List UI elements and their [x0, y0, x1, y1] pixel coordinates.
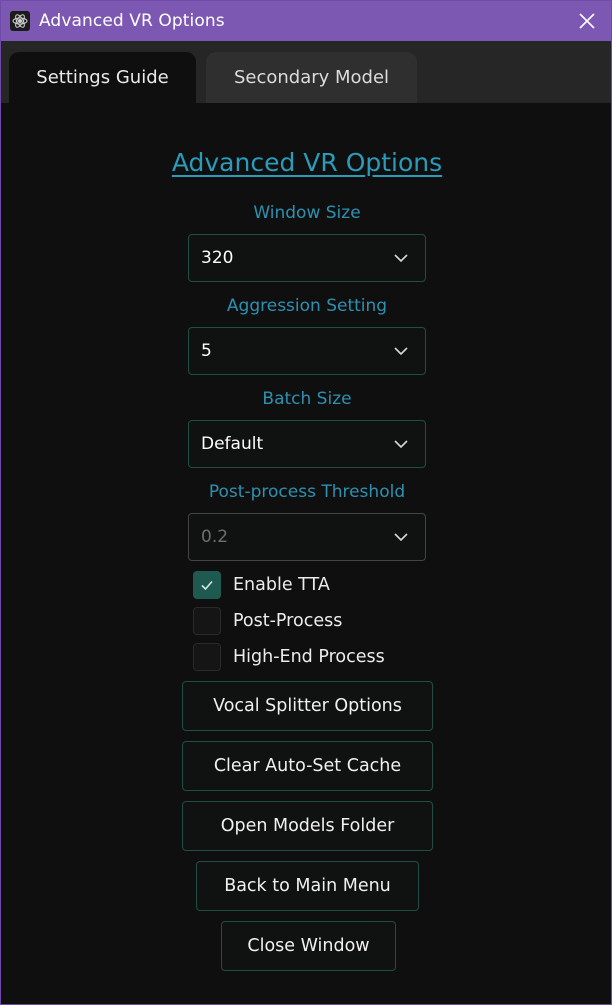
window-size-label: Window Size — [253, 203, 361, 223]
chevron-down-icon — [394, 347, 408, 356]
app-icon — [10, 11, 30, 31]
chevron-down-icon — [394, 440, 408, 449]
title-bar[interactable]: Advanced VR Options — [1, 1, 611, 41]
high-end-process-checkbox-row[interactable]: High-End Process — [193, 642, 385, 672]
vocal-splitter-options-button[interactable]: Vocal Splitter Options — [182, 681, 433, 731]
aggression-setting-value: 5 — [201, 341, 212, 361]
batch-size-value: Default — [201, 434, 264, 454]
back-to-main-menu-button[interactable]: Back to Main Menu — [196, 861, 419, 911]
post-process-threshold-select: 0.2 — [188, 513, 426, 561]
post-process-checkbox-row[interactable]: Post-Process — [193, 606, 342, 636]
close-window-button-bottom[interactable]: Close Window — [221, 921, 396, 971]
open-models-folder-button[interactable]: Open Models Folder — [182, 801, 433, 851]
chevron-down-icon — [394, 533, 408, 542]
checkmark-icon — [201, 580, 213, 591]
aggression-setting-label: Aggression Setting — [226, 296, 388, 316]
tab-settings-guide[interactable]: Settings Guide — [9, 52, 196, 103]
enable-tta-checkbox-row[interactable]: Enable TTA — [193, 570, 330, 600]
advanced-vr-options-window: Advanced VR Options Settings Guide Secon… — [0, 0, 612, 1005]
post-process-checkbox[interactable] — [193, 607, 221, 635]
settings-panel: Advanced VR Options Window Size 320 Aggr… — [1, 103, 611, 1003]
close-icon — [579, 13, 595, 29]
high-end-process-checkbox[interactable] — [193, 643, 221, 671]
enable-tta-label: Enable TTA — [233, 575, 330, 595]
batch-size-select[interactable]: Default — [188, 420, 426, 468]
close-window-button[interactable] — [575, 9, 599, 33]
clear-auto-set-cache-button[interactable]: Clear Auto-Set Cache — [182, 741, 433, 791]
batch-size-label: Batch Size — [262, 389, 352, 409]
post-process-label: Post-Process — [233, 611, 343, 631]
aggression-setting-select[interactable]: 5 — [188, 327, 426, 375]
window-size-select[interactable]: 320 — [188, 234, 426, 282]
high-end-process-label: High-End Process — [233, 647, 385, 667]
window-title: Advanced VR Options — [39, 11, 225, 31]
post-process-threshold-value: 0.2 — [201, 527, 229, 547]
window-size-value: 320 — [201, 248, 234, 268]
tab-secondary-model[interactable]: Secondary Model — [206, 52, 417, 103]
chevron-down-icon — [394, 254, 408, 263]
tab-bar: Settings Guide Secondary Model — [1, 41, 611, 103]
enable-tta-checkbox[interactable] — [193, 571, 221, 599]
page-title[interactable]: Advanced VR Options — [1, 148, 612, 177]
post-process-threshold-label: Post-process Threshold — [208, 482, 406, 502]
